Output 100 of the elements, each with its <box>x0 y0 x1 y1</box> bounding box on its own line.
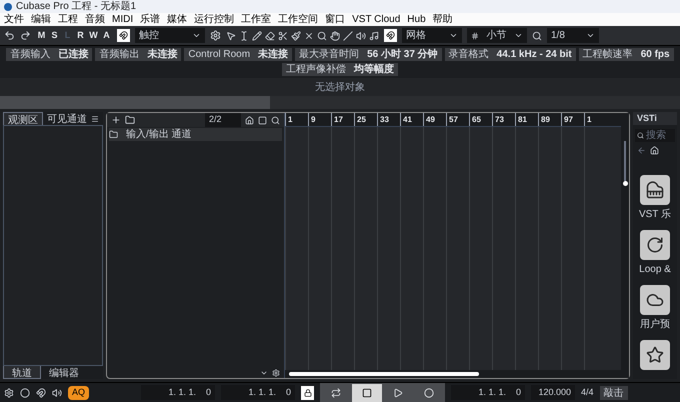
status-value: 60 fps <box>640 50 670 60</box>
mode-toggle[interactable]: R <box>75 28 86 42</box>
brush-icon[interactable] <box>291 30 301 40</box>
tile-tile[interactable] <box>640 285 670 315</box>
caret-icon <box>514 31 523 40</box>
settings-icon[interactable] <box>210 30 221 41</box>
menu-icon[interactable] <box>91 114 99 122</box>
search-icon[interactable] <box>271 116 280 124</box>
star-icon <box>646 346 664 364</box>
tile-tile[interactable] <box>640 340 670 370</box>
zone-tab[interactable]: 观测区 <box>3 112 43 125</box>
tile-tile[interactable] <box>640 230 670 260</box>
tempo-field[interactable]: 120.000 <box>531 385 576 400</box>
menu-item[interactable]: 音频 <box>85 14 105 24</box>
snap-dropdown[interactable]: 网格 <box>402 28 462 43</box>
ruler-label: 89 <box>541 116 550 124</box>
note-icon[interactable] <box>369 30 379 40</box>
ruler-label: 57 <box>449 116 458 124</box>
menu-item[interactable]: MIDI <box>112 14 134 24</box>
status-label: 音频输出 <box>99 50 140 60</box>
hand-icon[interactable] <box>330 30 340 40</box>
redo-icon[interactable] <box>20 30 31 41</box>
caret-icon[interactable] <box>260 369 268 377</box>
search-icon <box>637 132 644 139</box>
ruler-label: 1 <box>587 116 592 124</box>
loop-icon <box>646 236 664 254</box>
vertical-scrollbar[interactable] <box>621 113 629 370</box>
pencil-icon[interactable] <box>252 30 262 40</box>
piano-icon <box>646 181 664 199</box>
mode-toggle[interactable]: W <box>88 28 99 42</box>
panel-icon[interactable] <box>258 116 267 124</box>
eraser-icon[interactable] <box>265 30 275 40</box>
gear-icon[interactable] <box>4 388 14 398</box>
menu-item[interactable]: 编辑 <box>31 14 51 24</box>
status-value: 已连接 <box>58 50 88 60</box>
caret-icon <box>192 31 201 40</box>
user-icon <box>646 291 664 309</box>
menu-item[interactable]: 帮助 <box>432 14 453 24</box>
position-field[interactable]: 1. 1. 1. 0 <box>451 385 526 400</box>
menu-item[interactable]: 窗口 <box>325 14 346 24</box>
menu-item[interactable]: 乐谱 <box>140 14 160 24</box>
status-label: 工程声像补偿 <box>286 64 346 74</box>
mode-toggle[interactable]: A <box>101 28 112 42</box>
ruler-label: 25 <box>357 116 366 124</box>
line-icon[interactable] <box>343 30 353 40</box>
menu-item[interactable]: 文件 <box>4 14 24 24</box>
menu-item[interactable]: 工作室 <box>241 14 272 24</box>
back-icon[interactable] <box>637 146 646 155</box>
stop-button[interactable] <box>352 384 382 402</box>
tap-button[interactable]: 敲击 <box>600 386 628 400</box>
folder-icon[interactable] <box>125 115 135 125</box>
track-counter: 2/2 <box>205 113 241 127</box>
ruler-label: 97 <box>564 116 573 124</box>
ruler-label: 17 <box>334 116 343 124</box>
right-locator-field[interactable]: 1. 1. 1. 0 <box>221 385 296 400</box>
track-row[interactable]: 输入/输出 通道 <box>109 128 282 141</box>
mode-toggle[interactable]: S <box>49 28 60 42</box>
zone-tab[interactable]: 可见通道 <box>43 112 91 125</box>
status-label: 音频输入 <box>10 50 50 60</box>
left-locator-field[interactable]: 1. 1. 1. 0 <box>141 385 216 400</box>
menu-item[interactable]: 媒体 <box>167 14 188 24</box>
home-icon[interactable] <box>650 146 659 155</box>
zone-tab[interactable]: 编辑器 <box>41 366 87 379</box>
quantize-dropdown[interactable]: 1/8 <box>547 28 599 43</box>
horizontal-scrollbar[interactable] <box>285 370 629 378</box>
stop-icon <box>362 388 372 398</box>
home-icon[interactable] <box>245 116 254 124</box>
ruler-label: 81 <box>518 116 527 124</box>
menu-item[interactable]: 工程 <box>58 14 78 24</box>
aq-button[interactable]: AQ <box>68 386 90 400</box>
lock-icon <box>304 388 312 396</box>
text-cursor-icon[interactable] <box>239 30 249 40</box>
menu-item[interactable]: Hub <box>407 14 426 24</box>
zone-tab[interactable]: VSTi <box>633 112 677 125</box>
zone-tab[interactable]: 轨道 <box>3 366 41 379</box>
close-icon[interactable] <box>304 30 314 40</box>
status-value: 44.1 kHz - 24 bit <box>496 50 572 60</box>
menu-item[interactable]: VST Cloud <box>352 14 400 24</box>
lock-button[interactable] <box>301 386 314 400</box>
status-value: 均等幅度 <box>354 64 394 74</box>
tile-tile[interactable] <box>640 175 670 205</box>
automation-dropdown[interactable]: 触控 <box>135 28 205 43</box>
grid-icon <box>471 32 479 40</box>
grid-dropdown[interactable]: 小节 <box>467 28 527 43</box>
mode-toggle[interactable]: M <box>36 28 47 42</box>
status-value: 未连接 <box>147 50 178 60</box>
menu-item[interactable]: 运行控制 <box>194 14 234 24</box>
pointer-icon[interactable] <box>226 30 236 40</box>
menu-item[interactable]: 工作空间 <box>278 14 318 24</box>
speaker-icon[interactable] <box>356 30 366 40</box>
search-icon[interactable] <box>317 30 327 40</box>
scissors-icon[interactable] <box>278 30 288 40</box>
settings-icon[interactable] <box>272 369 280 377</box>
magnet-icon <box>119 31 128 40</box>
record-icon <box>424 388 434 398</box>
tile-label: Loop & <box>639 263 671 277</box>
undo-icon[interactable] <box>4 30 15 41</box>
ruler-label: 9 <box>311 116 316 124</box>
folder-icon <box>109 130 118 139</box>
search-field[interactable]: 搜索 <box>635 129 675 142</box>
